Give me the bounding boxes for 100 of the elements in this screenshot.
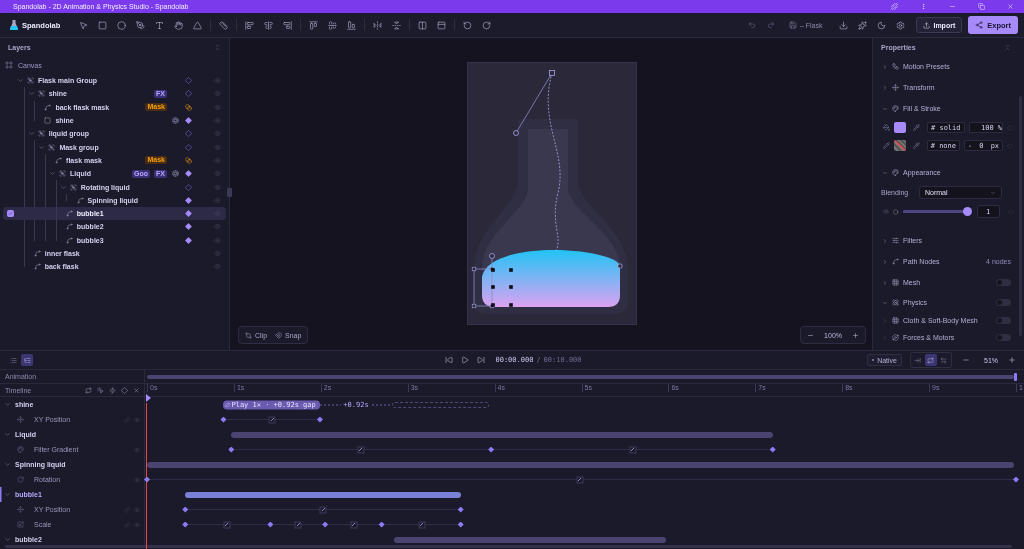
chevron-down-icon[interactable] <box>4 491 11 498</box>
download-icon[interactable] <box>839 20 849 30</box>
collapse-icon[interactable] <box>214 43 221 51</box>
easing-marker[interactable] <box>223 521 231 528</box>
chevron-down-icon[interactable] <box>38 143 46 151</box>
selection-box[interactable] <box>471 253 513 309</box>
keyframe[interactable] <box>316 416 323 423</box>
keyframe[interactable] <box>228 446 235 453</box>
rotate-left-icon[interactable] <box>463 20 473 30</box>
easing-marker[interactable] <box>294 521 302 528</box>
zoom-in-icon[interactable] <box>852 331 859 339</box>
align-middle-icon[interactable] <box>328 20 338 30</box>
easing-marker[interactable] <box>629 446 637 453</box>
visibility-icon[interactable] <box>214 236 221 244</box>
redo-icon[interactable] <box>767 21 776 29</box>
align-left-icon[interactable] <box>245 20 255 30</box>
ruler-icon[interactable] <box>219 20 229 30</box>
fill-swatch[interactable] <box>894 122 906 134</box>
easing-marker[interactable] <box>319 506 327 513</box>
chevron-down-icon[interactable] <box>17 77 24 85</box>
checkbox[interactable] <box>6 210 14 218</box>
visibility-icon[interactable] <box>214 263 221 271</box>
chevron-down-icon[interactable] <box>49 170 57 178</box>
flip-vertical-icon[interactable] <box>392 20 402 30</box>
easing-marker[interactable] <box>268 416 276 423</box>
puzzle-icon[interactable] <box>891 3 898 10</box>
easing-marker[interactable] <box>576 476 584 483</box>
lightning-icon[interactable] <box>109 386 116 394</box>
columns-icon[interactable] <box>418 20 428 30</box>
play-icon[interactable] <box>461 356 470 364</box>
chevron-down-icon[interactable] <box>59 183 67 191</box>
eyedropper-icon[interactable] <box>913 124 920 132</box>
toggle-switch[interactable] <box>996 299 1011 306</box>
visibility-icon[interactable] <box>214 250 221 257</box>
slider-thumb[interactable] <box>962 207 972 216</box>
visibility-icon[interactable] <box>214 130 221 138</box>
rotate-right-icon[interactable] <box>482 20 492 30</box>
pen-icon[interactable] <box>136 20 146 30</box>
visibility-icon[interactable] <box>214 183 221 191</box>
toggle-switch[interactable] <box>996 279 1011 286</box>
chevron-down-icon[interactable] <box>27 130 35 138</box>
collapse-icon[interactable] <box>1004 43 1011 51</box>
keyframe[interactable] <box>182 521 189 528</box>
undo-icon[interactable] <box>748 21 757 29</box>
view-mode-button[interactable] <box>21 354 33 366</box>
close-icon[interactable] <box>133 386 140 394</box>
minimize-icon[interactable] <box>949 3 956 10</box>
restore-icon[interactable] <box>978 3 985 10</box>
align-top-icon[interactable] <box>309 20 319 30</box>
visibility-icon[interactable] <box>214 196 221 204</box>
keyframe[interactable] <box>769 446 776 453</box>
easing-marker[interactable] <box>350 521 358 528</box>
text-icon[interactable] <box>155 20 165 30</box>
keyframe[interactable] <box>220 416 227 423</box>
keyframe[interactable] <box>182 506 189 513</box>
close-icon[interactable] <box>1007 3 1014 10</box>
toggle-switch[interactable] <box>996 317 1011 324</box>
chevron-down-icon[interactable] <box>4 461 11 468</box>
hand-icon[interactable] <box>174 20 184 30</box>
circle-icon[interactable] <box>117 20 127 30</box>
rectangle-icon[interactable] <box>98 20 108 30</box>
chevron-down-icon[interactable] <box>4 536 11 543</box>
loop-mode-button[interactable] <box>925 354 937 366</box>
clip-bar[interactable] <box>147 461 1015 468</box>
triangle-icon[interactable] <box>193 20 203 30</box>
easing-marker[interactable] <box>357 446 365 453</box>
visibility-icon[interactable] <box>214 143 221 151</box>
save-icon[interactable] <box>788 21 797 29</box>
keyframe[interactable] <box>488 446 495 453</box>
chevron-down-icon[interactable] <box>4 431 11 438</box>
align-bottom-icon[interactable] <box>347 20 357 30</box>
visibility-icon[interactable] <box>214 103 221 111</box>
cursor-icon[interactable] <box>79 20 89 30</box>
zoom-out-icon[interactable] <box>962 356 970 364</box>
panel-icon[interactable] <box>437 20 447 30</box>
visibility-icon[interactable] <box>214 77 221 85</box>
chevron-down-icon[interactable] <box>4 401 11 408</box>
resize-handle[interactable] <box>227 188 232 197</box>
visibility-icon[interactable] <box>214 117 221 125</box>
visibility-icon[interactable] <box>214 156 221 164</box>
easing-marker[interactable] <box>418 521 426 528</box>
clip-bar[interactable] <box>231 431 773 438</box>
keyframe[interactable] <box>1013 476 1019 483</box>
zoom-in-icon[interactable] <box>1008 356 1016 364</box>
stroke-swatch[interactable] <box>893 140 906 151</box>
visibility-icon[interactable] <box>214 90 221 98</box>
keyframe[interactable] <box>378 521 385 528</box>
motion-path[interactable] <box>513 70 623 269</box>
range-handle[interactable] <box>1014 373 1017 381</box>
clip-bar[interactable] <box>393 536 666 543</box>
repeat-icon[interactable] <box>85 386 92 394</box>
align-right-icon[interactable] <box>283 20 293 30</box>
skip-forward-icon[interactable] <box>477 356 486 364</box>
toggle-switch[interactable] <box>996 334 1011 341</box>
keyframe[interactable] <box>457 521 464 528</box>
keyframe[interactable] <box>457 506 464 513</box>
moon-icon[interactable] <box>877 20 887 30</box>
flip-horizontal-icon[interactable] <box>373 20 383 30</box>
settings-icon[interactable] <box>896 20 906 30</box>
visibility-icon[interactable] <box>214 170 221 178</box>
